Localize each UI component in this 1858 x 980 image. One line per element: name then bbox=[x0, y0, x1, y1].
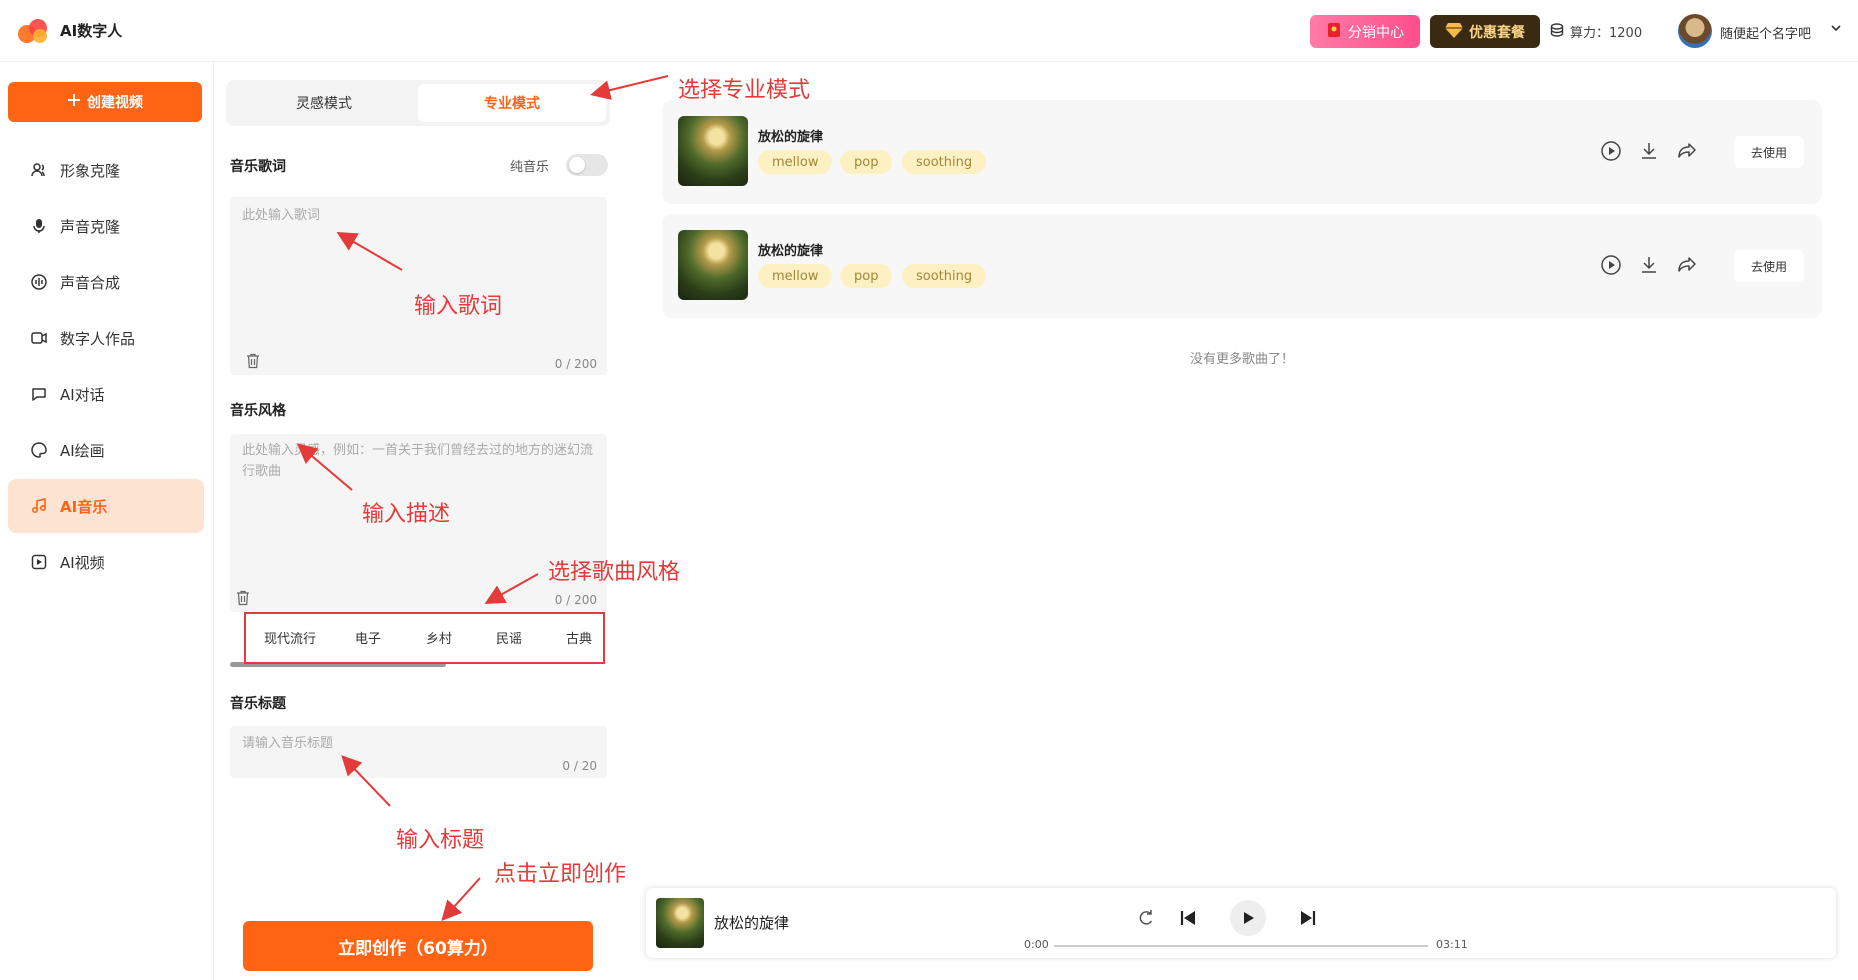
song-tag: pop bbox=[840, 150, 893, 174]
microphone-icon bbox=[30, 217, 48, 235]
diamond-icon bbox=[1445, 22, 1463, 42]
no-more-songs-text: 没有更多歌曲了！ bbox=[1190, 352, 1295, 367]
coin-stack-icon bbox=[1550, 22, 1564, 41]
sidebar-item-ai-video[interactable]: AI视频 bbox=[8, 535, 204, 589]
progress-bar[interactable] bbox=[1054, 945, 1428, 947]
play-circle-icon[interactable] bbox=[1600, 254, 1622, 276]
play-button[interactable] bbox=[1230, 900, 1266, 936]
user-clone-icon bbox=[30, 161, 48, 179]
sidebar-item-avatar-clone[interactable]: 形象克隆 bbox=[8, 143, 204, 197]
sidebar-item-digital-human-works[interactable]: 数字人作品 bbox=[8, 311, 204, 365]
tab-inspiration-mode[interactable]: 灵感模式 bbox=[230, 84, 418, 122]
sidebar-item-ai-music[interactable]: AI音乐 bbox=[8, 479, 204, 533]
sidebar-item-ai-painting[interactable]: AI绘画 bbox=[8, 423, 204, 477]
player-song-title: 放松的旋律 bbox=[714, 914, 790, 932]
discount-package-button[interactable]: 优惠套餐 bbox=[1430, 15, 1540, 48]
current-time: 0:00 bbox=[1024, 938, 1049, 951]
annotation-click-create: 点击立即创作 bbox=[494, 862, 627, 887]
sidebar-item-voice-synthesis[interactable]: 声音合成 bbox=[8, 255, 204, 309]
download-icon[interactable] bbox=[1638, 254, 1660, 276]
video-camera-icon bbox=[30, 329, 48, 347]
song-card[interactable]: 放松的旋律 mellow pop soothing 去使用 bbox=[662, 100, 1822, 204]
music-note-icon bbox=[30, 497, 48, 515]
create-video-button[interactable]: 创建视频 bbox=[8, 82, 202, 122]
annotation-input-description: 输入描述 bbox=[362, 502, 451, 527]
repeat-icon[interactable] bbox=[1134, 906, 1158, 930]
app-name: AI数字人 bbox=[60, 22, 123, 40]
palette-icon bbox=[30, 441, 48, 459]
share-icon[interactable] bbox=[1676, 254, 1698, 276]
use-song-button[interactable]: 去使用 bbox=[1734, 250, 1804, 282]
song-tag: soothing bbox=[902, 264, 987, 288]
trash-icon[interactable] bbox=[246, 353, 262, 369]
song-card[interactable]: 放松的旋律 mellow pop soothing 去使用 bbox=[662, 214, 1822, 318]
download-icon[interactable] bbox=[1638, 140, 1660, 162]
sidebar-item-ai-chat[interactable]: AI对话 bbox=[8, 367, 204, 421]
song-cover bbox=[678, 230, 748, 300]
song-title: 放松的旋律 bbox=[758, 130, 824, 145]
sidebar-item-voice-clone[interactable]: 声音克隆 bbox=[8, 199, 204, 253]
annotation-select-style: 选择歌曲风格 bbox=[548, 560, 681, 585]
annotation-input-lyrics: 输入歌词 bbox=[414, 294, 503, 319]
instrumental-toggle[interactable] bbox=[566, 154, 608, 176]
user-avatar[interactable] bbox=[1678, 14, 1712, 48]
mode-tabs: 灵感模式 专业模式 bbox=[226, 80, 610, 126]
title-label: 音乐标题 bbox=[230, 696, 286, 712]
lyrics-label: 音乐歌词 bbox=[230, 159, 286, 175]
logo-icon bbox=[16, 18, 50, 44]
tab-professional-mode[interactable]: 专业模式 bbox=[418, 84, 606, 122]
instrumental-label: 纯音乐 bbox=[510, 160, 550, 175]
share-icon[interactable] bbox=[1676, 140, 1698, 162]
annotation-input-title: 输入标题 bbox=[396, 828, 485, 853]
username[interactable]: 随便起个名字吧 bbox=[1720, 23, 1811, 42]
music-title-input[interactable]: 请输入音乐标题 0 / 20 bbox=[230, 726, 607, 778]
trash-icon[interactable] bbox=[236, 590, 252, 606]
toggle-knob bbox=[569, 157, 585, 173]
lyrics-input[interactable]: 此处输入歌词 0 / 200 bbox=[230, 197, 607, 375]
red-envelope-icon bbox=[1326, 22, 1342, 42]
previous-track-icon[interactable] bbox=[1176, 906, 1200, 930]
power-balance: 算力：1200 bbox=[1550, 22, 1642, 41]
waveform-icon bbox=[30, 273, 48, 291]
video-icon bbox=[30, 553, 48, 571]
use-song-button[interactable]: 去使用 bbox=[1734, 136, 1804, 168]
top-header: AI数字人 分销中心 优惠套餐 算力：1200 随便起个名字吧 bbox=[0, 0, 1858, 62]
duration: 03:11 bbox=[1436, 938, 1468, 951]
play-circle-icon[interactable] bbox=[1600, 140, 1622, 162]
song-tag: soothing bbox=[902, 150, 987, 174]
next-track-icon[interactable] bbox=[1296, 906, 1320, 930]
player-cover bbox=[656, 898, 704, 948]
song-tag: mellow bbox=[758, 150, 833, 174]
song-tag: mellow bbox=[758, 264, 833, 288]
style-label: 音乐风格 bbox=[230, 403, 286, 419]
music-player: 放松的旋律 0:00 03:11 bbox=[646, 888, 1836, 958]
chevron-down-icon[interactable] bbox=[1830, 22, 1842, 37]
chat-icon bbox=[30, 385, 48, 403]
annotation-highlight-box bbox=[244, 612, 605, 664]
song-cover bbox=[678, 116, 748, 186]
song-tag: pop bbox=[840, 264, 893, 288]
create-now-button[interactable]: 立即创作（60算力） bbox=[243, 921, 593, 971]
song-title: 放松的旋律 bbox=[758, 244, 824, 259]
distribution-center-button[interactable]: 分销中心 bbox=[1310, 15, 1420, 48]
plus-icon bbox=[67, 93, 81, 111]
